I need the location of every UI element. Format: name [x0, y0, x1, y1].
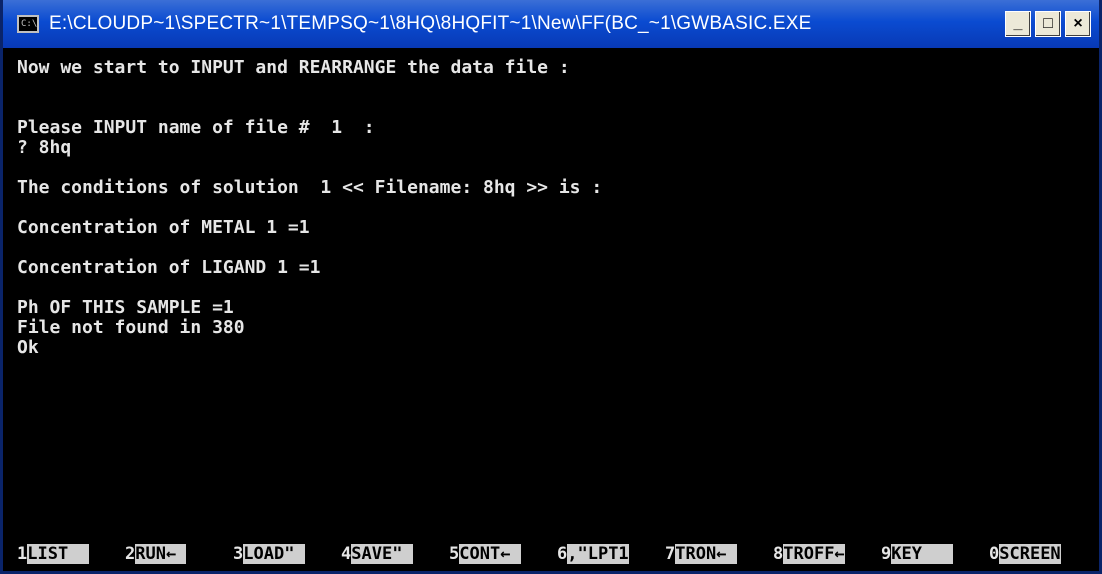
- fkey-number: 4: [341, 544, 352, 564]
- close-button[interactable]: ×: [1065, 11, 1091, 37]
- fkey-label: KEY: [891, 544, 953, 564]
- fkey-label: TRON←: [675, 544, 737, 564]
- fkey-label: LOAD": [243, 544, 305, 564]
- console-line: ? 8hq: [17, 137, 72, 158]
- window-title: E:\CLOUDP~1\SPECTR~1\TEMPSQ~1\8HQ\8HQFIT…: [49, 13, 812, 34]
- fkey-1[interactable]: 1LIST: [17, 543, 89, 565]
- fkey-4[interactable]: 4SAVE": [341, 543, 413, 565]
- function-key-bar: 1LIST 2RUN← 3LOAD" 4SAVE" 5CONT← 6,"LPT1…: [17, 543, 1097, 565]
- fkey-3[interactable]: 3LOAD": [233, 543, 305, 565]
- console-app-icon[interactable]: C:\: [17, 15, 39, 33]
- fkey-number: 6: [557, 544, 568, 564]
- fkey-label: SAVE": [351, 544, 413, 564]
- fkey-number: 8: [773, 544, 784, 564]
- fkey-6[interactable]: 6,"LPT1: [557, 543, 629, 565]
- fkey-2[interactable]: 2RUN←: [125, 543, 187, 565]
- fkey-7[interactable]: 7TRON←: [665, 543, 737, 565]
- fkey-label: RUN←: [135, 544, 187, 564]
- fkey-number: 1: [17, 544, 28, 564]
- console-window: C:\ E:\CLOUDP~1\SPECTR~1\TEMPSQ~1\8HQ\8H…: [0, 0, 1102, 574]
- maximize-button[interactable]: □: [1035, 11, 1061, 37]
- console-line: File not found in 380: [17, 317, 245, 338]
- fkey-10[interactable]: 0SCREEN: [989, 543, 1061, 565]
- fkey-5[interactable]: 5CONT←: [449, 543, 521, 565]
- fkey-number: 7: [665, 544, 676, 564]
- console-line: Please INPUT name of file # 1 :: [17, 117, 375, 138]
- fkey-number: 2: [125, 544, 136, 564]
- fkey-number: 5: [449, 544, 460, 564]
- fkey-label: TROFF←: [783, 544, 845, 564]
- fkey-label: SCREEN: [999, 544, 1061, 564]
- console-line: Concentration of LIGAND 1 =1: [17, 257, 321, 278]
- fkey-number: 3: [233, 544, 244, 564]
- fkey-9[interactable]: 9KEY: [881, 543, 953, 565]
- console-output[interactable]: Now we start to INPUT and REARRANGE the …: [17, 52, 1097, 542]
- console-line: Ok: [17, 337, 39, 358]
- minimize-button[interactable]: _: [1005, 11, 1031, 37]
- console-line: Concentration of METAL 1 =1: [17, 217, 310, 238]
- fkey-label: LIST: [27, 544, 89, 564]
- title-bar[interactable]: C:\ E:\CLOUDP~1\SPECTR~1\TEMPSQ~1\8HQ\8H…: [3, 0, 1099, 48]
- console-line: Now we start to INPUT and REARRANGE the …: [17, 57, 570, 78]
- fkey-8[interactable]: 8TROFF←: [773, 543, 845, 565]
- fkey-number: 9: [881, 544, 892, 564]
- fkey-label: ,"LPT1: [567, 544, 629, 564]
- console-line: The conditions of solution 1 << Filename…: [17, 177, 603, 198]
- console-line: Ph OF THIS SAMPLE =1: [17, 297, 234, 318]
- fkey-number: 0: [989, 544, 1000, 564]
- fkey-label: CONT←: [459, 544, 521, 564]
